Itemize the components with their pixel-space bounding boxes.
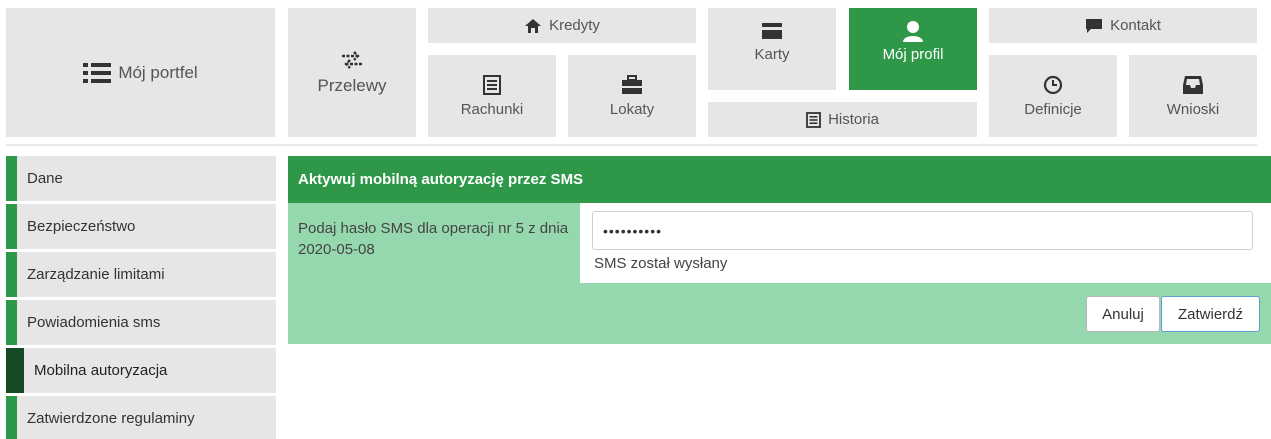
nav-moj-profil[interactable]: Mój profil bbox=[849, 8, 977, 90]
nav-moj-portfel-label: Mój portfel bbox=[118, 62, 198, 82]
header-divider bbox=[6, 144, 1257, 146]
sidebar-item-mobilna-autoryzacja[interactable]: Mobilna autoryzacja bbox=[6, 348, 276, 393]
inbox-icon bbox=[1182, 75, 1204, 95]
sidebar-item-zatwierdzone-regulaminy[interactable]: Zatwierdzone regulaminy bbox=[6, 396, 276, 439]
list-icon bbox=[83, 62, 112, 84]
nav-wnioski-label: Wnioski bbox=[1166, 100, 1220, 118]
nav-moj-portfel[interactable]: Mój portfel bbox=[6, 8, 275, 137]
nav-rachunki-label: Rachunki bbox=[460, 100, 524, 118]
sms-password-input[interactable] bbox=[592, 211, 1253, 250]
nav-moj-profil-label: Mój profil bbox=[882, 46, 944, 63]
home-icon bbox=[524, 18, 542, 34]
ledger-icon bbox=[806, 111, 821, 128]
sidebar-item-label: Bezpieczeństwo bbox=[27, 218, 136, 235]
nav-karty[interactable]: Karty bbox=[708, 8, 836, 90]
nav-lokaty-label: Lokaty bbox=[609, 100, 655, 118]
sidebar-item-label: Zatwierdzone regulaminy bbox=[27, 410, 195, 427]
nav-definicje[interactable]: Definicje bbox=[989, 55, 1117, 137]
nav-rachunki[interactable]: Rachunki bbox=[428, 55, 556, 137]
chat-bubble-icon bbox=[1085, 18, 1103, 34]
nav-przelewy[interactable]: Przelewy bbox=[288, 8, 416, 137]
sidebar-item-powiadomienia-sms[interactable]: Powiadomienia sms bbox=[6, 300, 276, 345]
nav-kontakt-label: Kontakt bbox=[1110, 17, 1161, 34]
card-icon bbox=[761, 22, 783, 40]
nav-kredyty-label: Kredyty bbox=[549, 17, 600, 34]
nav-wnioski[interactable]: Wnioski bbox=[1129, 55, 1257, 137]
transfer-arrows-icon bbox=[340, 50, 364, 70]
nav-karty-label: Karty bbox=[754, 46, 790, 63]
nav-historia-label: Historia bbox=[828, 111, 879, 128]
panel-title: Aktywuj mobilną autoryzację przez SMS bbox=[288, 156, 1271, 203]
sidebar-item-dane[interactable]: Dane bbox=[6, 156, 276, 201]
user-icon bbox=[902, 20, 924, 42]
cancel-button[interactable]: Anuluj bbox=[1086, 296, 1160, 332]
sidebar-item-bezpieczenstwo[interactable]: Bezpieczeństwo bbox=[6, 204, 276, 249]
confirm-button[interactable]: Zatwierdź bbox=[1161, 296, 1260, 332]
sidebar-item-zarzadzanie-limitami[interactable]: Zarządzanie limitami bbox=[6, 252, 276, 297]
nav-kontakt[interactable]: Kontakt bbox=[989, 8, 1257, 43]
nav-historia[interactable]: Historia bbox=[708, 102, 977, 137]
sidebar-item-label: Mobilna autoryzacja bbox=[34, 362, 168, 379]
sidebar-item-label: Powiadomienia sms bbox=[27, 314, 161, 331]
nav-definicje-label: Definicje bbox=[1024, 100, 1082, 118]
ledger-icon bbox=[483, 74, 501, 95]
nav-kredyty[interactable]: Kredyty bbox=[428, 8, 696, 43]
nav-przelewy-label: Przelewy bbox=[317, 75, 387, 95]
sms-status-text: SMS został wysłany bbox=[594, 255, 728, 272]
nav-lokaty[interactable]: Lokaty bbox=[568, 55, 696, 137]
briefcase-icon bbox=[621, 74, 643, 95]
clock-icon bbox=[1043, 75, 1063, 95]
sidebar-item-label: Dane bbox=[27, 170, 63, 187]
sms-prompt-label: Podaj hasło SMS dla operacji nr 5 z dnia… bbox=[298, 220, 569, 258]
sms-authorization-panel: Aktywuj mobilną autoryzację przez SMS Po… bbox=[288, 156, 1271, 344]
sidebar-item-label: Zarządzanie limitami bbox=[27, 266, 165, 283]
